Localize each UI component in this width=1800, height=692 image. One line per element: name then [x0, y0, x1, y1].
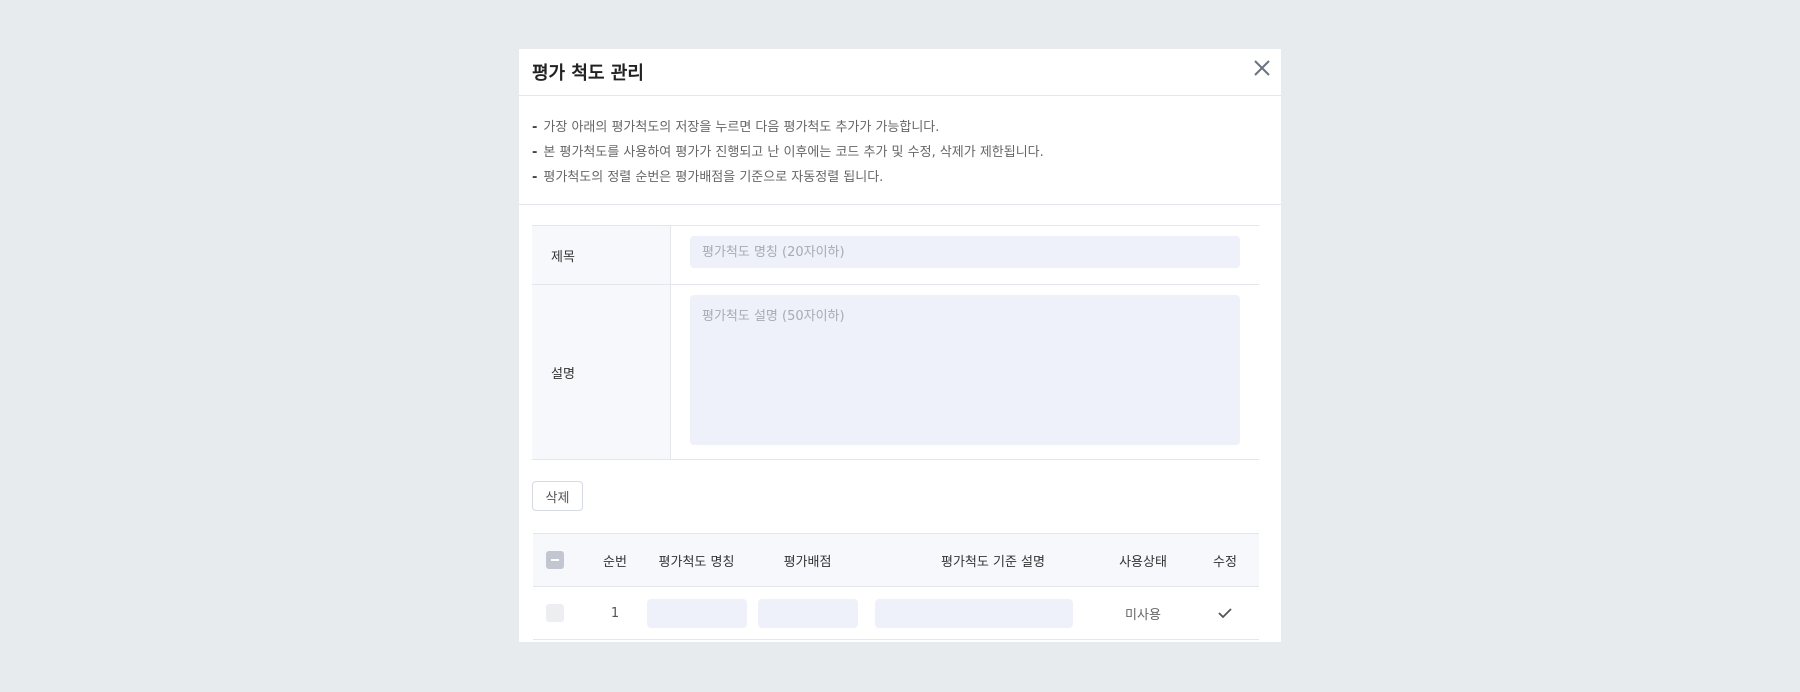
note-item: -본 평가척도를 사용하여 평가가 진행되고 난 이후에는 코드 추가 및 수정…: [532, 145, 1044, 160]
form-row-desc: 설명: [532, 285, 1259, 460]
modal-header: 평가 척도 관리: [519, 49, 1281, 96]
row-checkbox[interactable]: [546, 604, 564, 622]
table-header: 순번 평가척도 명칭 평가배점 평가척도 기준 설명 사용상태 수정: [533, 533, 1259, 587]
row-status: 미사용: [1125, 607, 1161, 623]
row-score-input[interactable]: [758, 598, 858, 628]
table-row: 1 미사용: [533, 587, 1259, 640]
row-desc-input[interactable]: [875, 598, 1073, 628]
divider: [519, 204, 1281, 205]
header-name: 평가척도 명칭: [658, 554, 735, 570]
header-edit: 수정: [1213, 554, 1237, 570]
scale-management-modal: 평가 척도 관리 - 가장 아래의 평가척도의 저장을 누르면 다음 평가척도 추…: [519, 49, 1281, 642]
note-item: - 가장 아래의 평가척도의 저장을 누르면 다음 평가척도 추가가 가능합니다.: [532, 120, 940, 135]
notes-list: - 가장 아래의 평가척도의 저장을 누르면 다음 평가척도 추가가 가능합니다.…: [532, 115, 1044, 190]
delete-button[interactable]: 삭제: [532, 481, 583, 511]
modal-title: 평가 척도 관리: [532, 63, 644, 84]
desc-textarea[interactable]: [690, 295, 1240, 445]
desc-label: 설명: [532, 285, 671, 459]
title-input[interactable]: [690, 236, 1240, 268]
title-label: 제목: [532, 226, 671, 284]
header-desc: 평가척도 기준 설명: [941, 554, 1045, 570]
scale-form: 제목 설명: [532, 225, 1259, 460]
save-check-icon[interactable]: [1195, 587, 1255, 639]
scale-table: 순번 평가척도 명칭 평가배점 평가척도 기준 설명 사용상태 수정 1 미사용: [533, 533, 1259, 640]
header-score: 평가배점: [783, 554, 832, 570]
form-row-title: 제목: [532, 226, 1259, 285]
close-icon[interactable]: [1249, 55, 1275, 81]
row-name-input[interactable]: [647, 598, 747, 628]
note-item: - 평가척도의 정렬 순번은 평가배점을 기준으로 자동정렬 됩니다.: [532, 170, 884, 185]
row-seq: 1: [610, 605, 620, 621]
select-all-checkbox[interactable]: [546, 551, 564, 569]
header-status: 사용상태: [1119, 554, 1167, 570]
header-seq: 순번: [603, 554, 627, 570]
